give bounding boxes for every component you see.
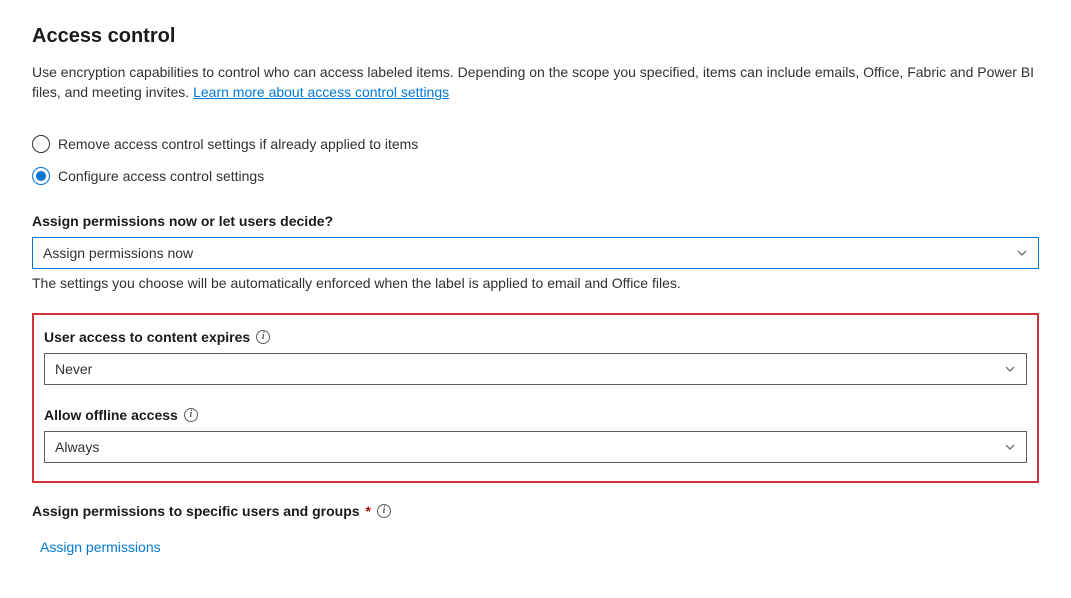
info-icon[interactable]: i: [377, 504, 391, 518]
offline-access-block: Allow offline access i Always: [44, 407, 1027, 463]
dropdown-value: Never: [55, 361, 92, 377]
radio-icon: [32, 135, 50, 153]
required-mark: *: [366, 503, 371, 519]
label-text: User access to content expires: [44, 329, 250, 345]
assign-mode-dropdown[interactable]: Assign permissions now: [32, 237, 1039, 269]
dropdown-value: Always: [55, 439, 99, 455]
radio-icon: [32, 167, 50, 185]
label-text: Allow offline access: [44, 407, 178, 423]
page-description: Use encryption capabilities to control w…: [32, 62, 1039, 103]
highlight-box: User access to content expires i Never A…: [32, 313, 1039, 483]
label-text: Assign permissions to specific users and…: [32, 503, 360, 519]
dropdown-value: Assign permissions now: [43, 245, 193, 261]
page-title: Access control: [32, 25, 1039, 48]
radio-label: Remove access control settings if alread…: [58, 136, 418, 152]
user-access-expires-dropdown[interactable]: Never: [44, 353, 1027, 385]
chevron-down-icon: [1004, 363, 1016, 375]
radio-label: Configure access control settings: [58, 168, 264, 184]
assign-mode-helper: The settings you choose will be automati…: [32, 275, 1039, 291]
user-access-expires-block: User access to content expires i Never: [44, 329, 1027, 385]
access-control-radio-group: Remove access control settings if alread…: [32, 135, 1039, 185]
info-icon[interactable]: i: [184, 408, 198, 422]
chevron-down-icon: [1016, 247, 1028, 259]
radio-remove-settings[interactable]: Remove access control settings if alread…: [32, 135, 1039, 153]
learn-more-link[interactable]: Learn more about access control settings: [193, 84, 449, 100]
radio-configure-settings[interactable]: Configure access control settings: [32, 167, 1039, 185]
assign-specific-block: Assign permissions to specific users and…: [32, 503, 1039, 555]
assign-mode-label: Assign permissions now or let users deci…: [32, 213, 1039, 229]
chevron-down-icon: [1004, 441, 1016, 453]
offline-access-dropdown[interactable]: Always: [44, 431, 1027, 463]
description-text: Use encryption capabilities to control w…: [32, 64, 1034, 100]
assign-permissions-link[interactable]: Assign permissions: [32, 539, 161, 555]
info-icon[interactable]: i: [256, 330, 270, 344]
assign-specific-label: Assign permissions to specific users and…: [32, 503, 1039, 519]
user-access-expires-label: User access to content expires i: [44, 329, 1027, 345]
assign-permissions-mode-block: Assign permissions now or let users deci…: [32, 213, 1039, 291]
offline-access-label: Allow offline access i: [44, 407, 1027, 423]
